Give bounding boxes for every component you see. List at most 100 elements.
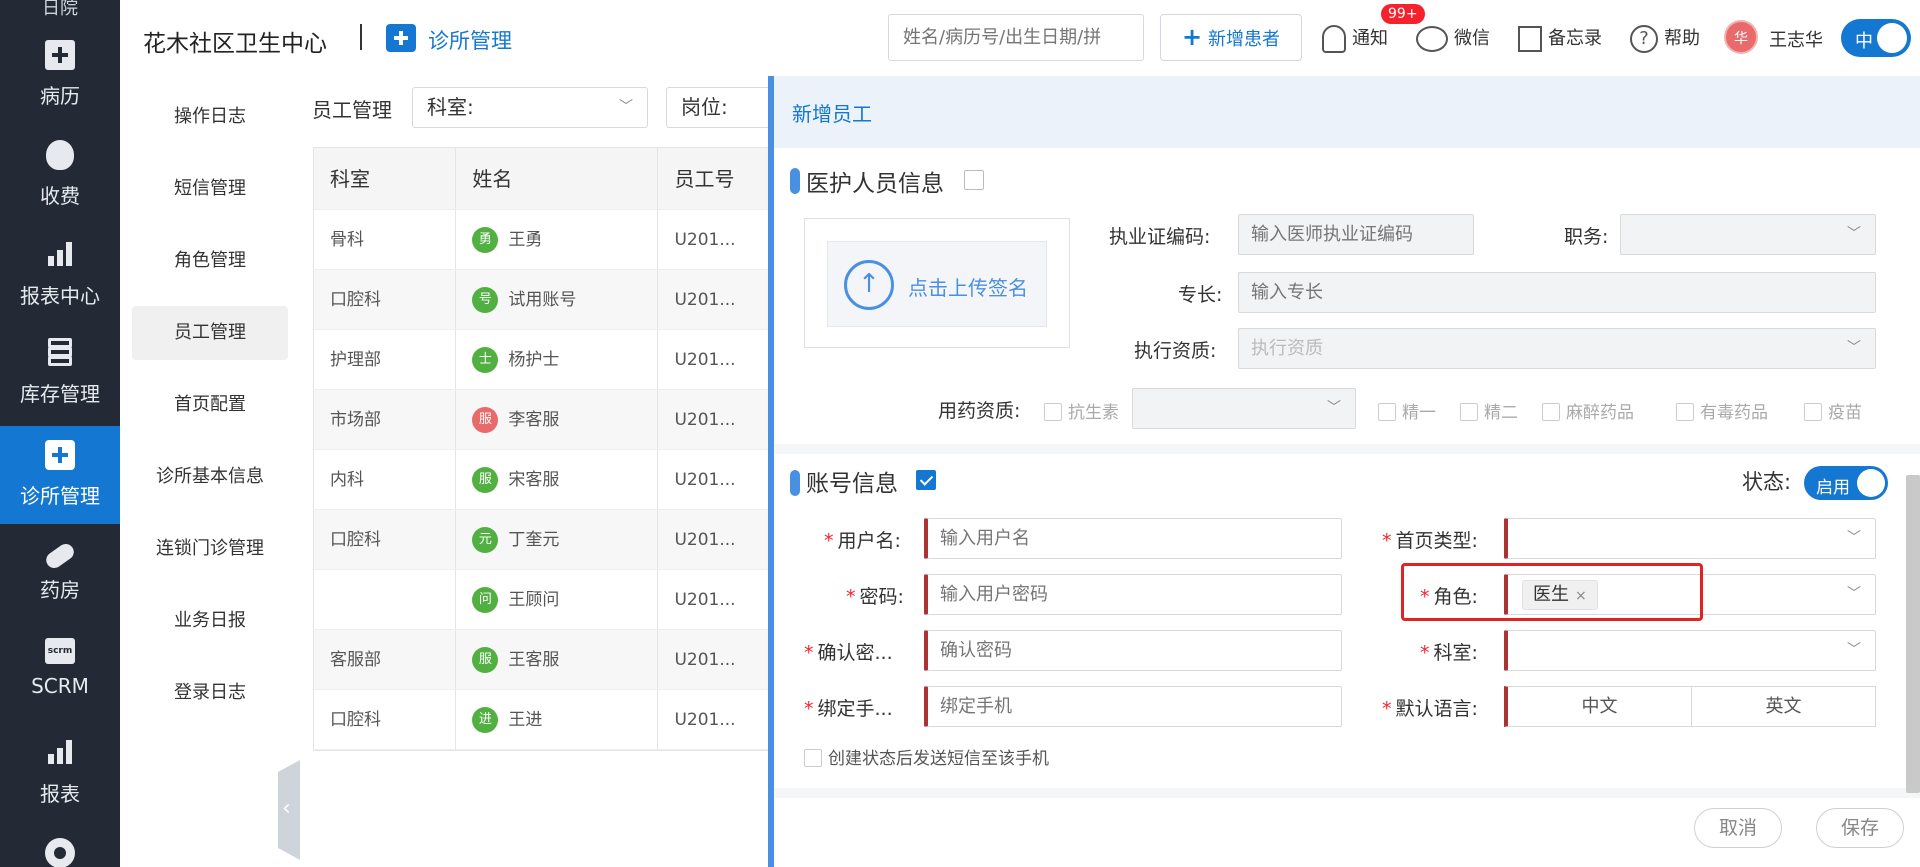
memo-button[interactable]: 备忘录 [1518, 24, 1602, 52]
submenu-item-clinic-info[interactable]: 诊所基本信息 [132, 450, 288, 504]
table-row[interactable]: 口腔科进王进 U201... [314, 690, 772, 750]
antibiotic-level-select[interactable]: ﹀ [1132, 388, 1356, 429]
table-row[interactable]: 骨科勇王勇 U201... [314, 210, 772, 270]
drug-option-antibiotic[interactable]: 抗生素 [1044, 398, 1119, 423]
medical-section-checkbox[interactable] [964, 170, 984, 190]
duty-select[interactable]: ﹀ [1620, 214, 1876, 255]
drug-option-toxic[interactable]: 有毒药品 [1676, 398, 1768, 423]
signature-upload[interactable]: ↑ 点击上传签名 [804, 218, 1070, 348]
duty-label: 职务: [1564, 226, 1609, 248]
submenu-item-operation-log[interactable]: 操作日志 [132, 90, 288, 144]
account-section-checkbox[interactable] [916, 470, 936, 490]
save-button[interactable]: 保存 [1816, 808, 1904, 848]
department-select[interactable]: ﹀ [1504, 630, 1876, 671]
submenu-item-login-log[interactable]: 登录日志 [132, 666, 288, 720]
cell-name: 勇王勇 [456, 210, 659, 269]
table-row[interactable]: 口腔科元丁奎元 U201... [314, 510, 772, 570]
cell-staff-id: U201... [674, 650, 736, 670]
user-name[interactable]: 王志华 [1769, 26, 1823, 52]
nav-item-clinic-management[interactable]: 诊所管理 [0, 426, 120, 524]
nav-item-report-center[interactable]: 报表中心 [0, 240, 120, 338]
cell-name: 服王客服 [456, 630, 659, 689]
bar-chart-icon [45, 240, 75, 270]
table-row[interactable]: 口腔科号试用账号 U201... [314, 270, 772, 330]
confirm-password-input[interactable] [924, 630, 1342, 671]
nav-item-settings[interactable] [0, 838, 120, 867]
staff-list-panel: 员工管理 科室: ﹀ 岗位: 科室 姓名 员工号 骨科勇王勇 U201... 口腔科号… [300, 76, 773, 867]
dept-filter-select[interactable]: 科室: ﹀ [412, 87, 648, 128]
module-title[interactable]: 诊所管理 [428, 25, 512, 55]
column-header[interactable]: 科室 [314, 148, 457, 209]
drawer-scrollbar[interactable] [1906, 475, 1920, 793]
cell-dept: 市场部 [314, 390, 457, 449]
nav-item-partial[interactable]: 日院 [0, 0, 120, 20]
cell-staff-id: U201... [674, 590, 736, 610]
password-input[interactable] [924, 574, 1342, 615]
home-type-select[interactable]: ﹀ [1504, 518, 1876, 559]
language-toggle[interactable]: 中 [1841, 19, 1911, 57]
status-toggle[interactable]: 启用 [1804, 466, 1888, 500]
clinic-icon [45, 440, 75, 470]
sms-notify-checkbox[interactable]: 创建状态后发送短信至该手机 [804, 744, 1049, 769]
cell-dept: 口腔科 [314, 270, 457, 329]
submenu-item-staff[interactable]: 员工管理 [132, 306, 288, 360]
department-label: * 科室: [1420, 642, 1478, 664]
main-nav: 日院 病历 收费 报表中心 库存管理 诊所管理 药房 scrm SCRM 报表 [0, 0, 120, 867]
submenu-item-home-config[interactable]: 首页配置 [132, 378, 288, 432]
username-input[interactable] [924, 518, 1342, 559]
notify-button[interactable]: 通知 [1322, 24, 1388, 53]
nav-item-medical-record[interactable]: 病历 [0, 40, 120, 138]
cell-name: 服宋客服 [456, 450, 659, 509]
collapse-sidebar-handle[interactable]: ‹ [278, 760, 300, 860]
bar-chart-icon [45, 738, 75, 768]
table-row[interactable]: 问王顾问 U201... [314, 570, 772, 630]
drawer-header: 新增员工 [774, 76, 1920, 148]
table-row[interactable]: 护理部士杨护士 U201... [314, 330, 772, 390]
help-button[interactable]: ? 帮助 [1630, 24, 1700, 53]
scrm-icon: scrm [45, 638, 75, 664]
license-input[interactable] [1238, 214, 1474, 255]
post-filter-select[interactable]: 岗位: [666, 87, 770, 128]
confirm-password-label: * 确认密... [804, 642, 893, 664]
submenu-item-chain-clinics[interactable]: 连锁门诊管理 [132, 522, 288, 576]
wechat-button[interactable]: 微信 [1416, 24, 1490, 52]
section-marker [790, 168, 800, 194]
nav-item-inventory[interactable]: 库存管理 [0, 338, 120, 436]
drug-option-class1[interactable]: 精一 [1378, 398, 1436, 423]
column-header[interactable]: 员工号 [658, 148, 772, 209]
avatar[interactable]: 华 [1724, 20, 1758, 54]
nav-item-billing[interactable]: 收费 [0, 140, 120, 238]
column-header[interactable]: 姓名 [456, 148, 659, 209]
drug-option-anesthetic[interactable]: 麻醉药品 [1542, 398, 1634, 423]
drug-option-vaccine[interactable]: 疫苗 [1804, 398, 1862, 423]
account-section-title: 账号信息 [806, 471, 898, 497]
patient-search-input[interactable] [888, 14, 1144, 61]
add-staff-drawer: 新增员工 医护人员信息 ↑ 点击上传签名 执业证编码: 职务: ﹀ 专长: 执行… [768, 76, 1920, 867]
footer-divider [774, 788, 1920, 798]
table-row[interactable]: 内科服宋客服 U201... [314, 450, 772, 510]
cancel-button[interactable]: 取消 [1694, 808, 1782, 848]
name-badge: 服 [472, 647, 499, 673]
add-patient-button[interactable]: + 新增患者 [1160, 14, 1302, 61]
language-option-english[interactable]: 英文 [1691, 687, 1875, 726]
upload-label: 点击上传签名 [908, 276, 1028, 300]
drug-option-class2[interactable]: 精二 [1460, 398, 1518, 423]
language-option-chinese[interactable]: 中文 [1508, 687, 1691, 726]
money-bag-icon [46, 140, 74, 170]
cell-name: 士杨护士 [456, 330, 659, 389]
submenu-item-roles[interactable]: 角色管理 [132, 234, 288, 288]
cell-staff-id: U201... [674, 350, 736, 370]
chevron-down-icon: ﹀ [1847, 226, 1861, 242]
table-row[interactable]: 市场部服李客服 U201... [314, 390, 772, 450]
nav-item-scrm[interactable]: scrm SCRM [0, 638, 120, 736]
license-label: 执业证编码: [1109, 226, 1211, 248]
specialty-input[interactable] [1238, 272, 1876, 313]
submenu-item-daily-report[interactable]: 业务日报 [132, 594, 288, 648]
chevron-down-icon: ﹀ [1847, 530, 1861, 546]
table-row[interactable]: 客服部服王客服 U201... [314, 630, 772, 690]
phone-input[interactable] [924, 686, 1342, 727]
nav-item-pharmacy[interactable]: 药房 [0, 540, 120, 638]
submenu-item-sms[interactable]: 短信管理 [132, 162, 288, 216]
nav-item-reports[interactable]: 报表 [0, 738, 120, 836]
qualification-select[interactable]: 执行资质 ﹀ [1238, 328, 1876, 369]
